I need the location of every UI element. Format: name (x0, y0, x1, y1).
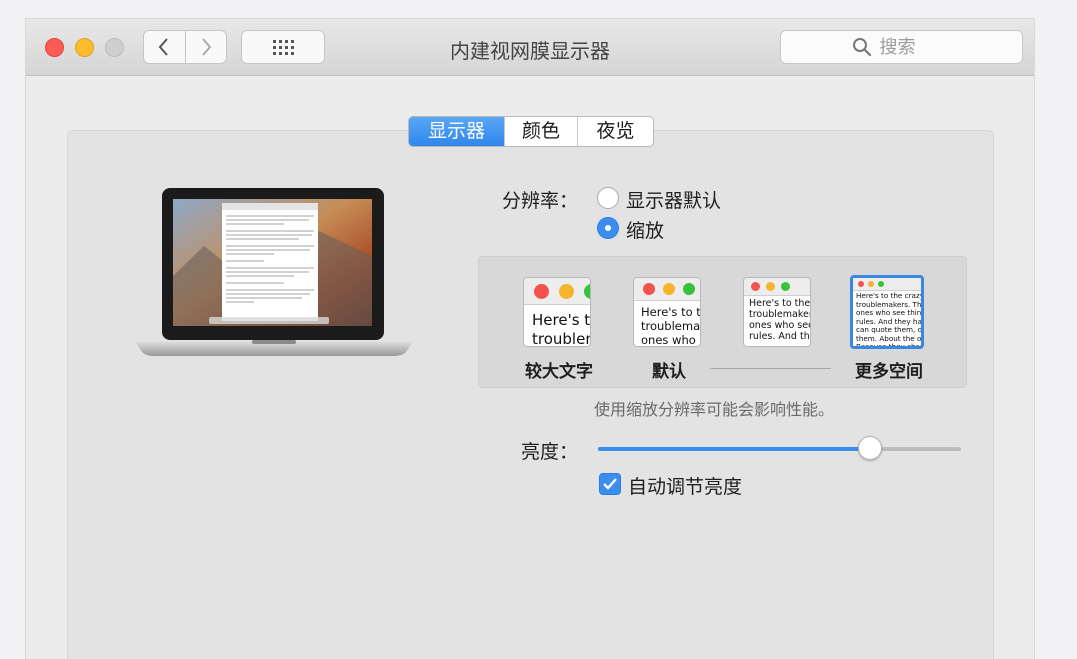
scale-label-more-space: 更多空间 (855, 362, 923, 382)
auto-brightness-label[interactable]: 自动调节亮度 (628, 472, 742, 499)
brightness-label: 亮度： (521, 441, 579, 463)
scale-preview-text: Here's to troublem (532, 311, 591, 347)
scale-option-default[interactable]: Here's to th troublemak ones who c (633, 277, 701, 347)
tab-night-shift[interactable]: 夜览 (577, 117, 653, 146)
scale-preview-text: Here's to th troublemak ones who c (641, 305, 701, 347)
scale-preview-text: Here's to the cr troublemakers. ones who… (749, 298, 811, 342)
radio-default-for-display-label[interactable]: 显示器默认 (626, 186, 721, 213)
tab-bar: 显示器 颜色 夜览 (408, 116, 654, 147)
radio-scaled[interactable] (597, 217, 619, 239)
search-field[interactable] (780, 30, 1023, 64)
radio-default-for-display[interactable] (597, 187, 619, 209)
checkmark-icon (603, 478, 617, 490)
scale-option-larger-text[interactable]: Here's to troublem (523, 277, 591, 347)
scale-option-more-space-mid[interactable]: Here's to the cr troublemakers. ones who… (743, 277, 811, 347)
resolution-label: 分辨率： (502, 190, 579, 212)
auto-brightness-checkbox[interactable] (599, 473, 621, 495)
brightness-slider-fill (598, 447, 870, 451)
macbook-illustration (134, 188, 414, 356)
scale-label-default: 默认 (652, 362, 686, 382)
search-input[interactable] (877, 35, 952, 59)
performance-warning: 使用缩放分辨率可能会影响性能。 (594, 400, 835, 419)
title-bar: 内建视网膜显示器 (26, 19, 1034, 76)
tab-color[interactable]: 颜色 (504, 117, 577, 146)
display-preferences-window: 内建视网膜显示器 显示器 颜色 夜览 (26, 19, 1034, 659)
scale-preview-text: Here's to the crazy ones troublemakers. … (856, 291, 924, 349)
scale-label-larger-text: 较大文字 (525, 362, 593, 382)
brightness-slider[interactable] (598, 436, 961, 460)
search-icon (852, 38, 871, 57)
scale-range-line (710, 368, 831, 369)
radio-scaled-label[interactable]: 缩放 (626, 216, 664, 243)
brightness-slider-knob[interactable] (858, 436, 882, 460)
tab-display[interactable]: 显示器 (409, 117, 504, 146)
scale-option-more-space[interactable]: Here's to the crazy ones troublemakers. … (850, 275, 924, 349)
